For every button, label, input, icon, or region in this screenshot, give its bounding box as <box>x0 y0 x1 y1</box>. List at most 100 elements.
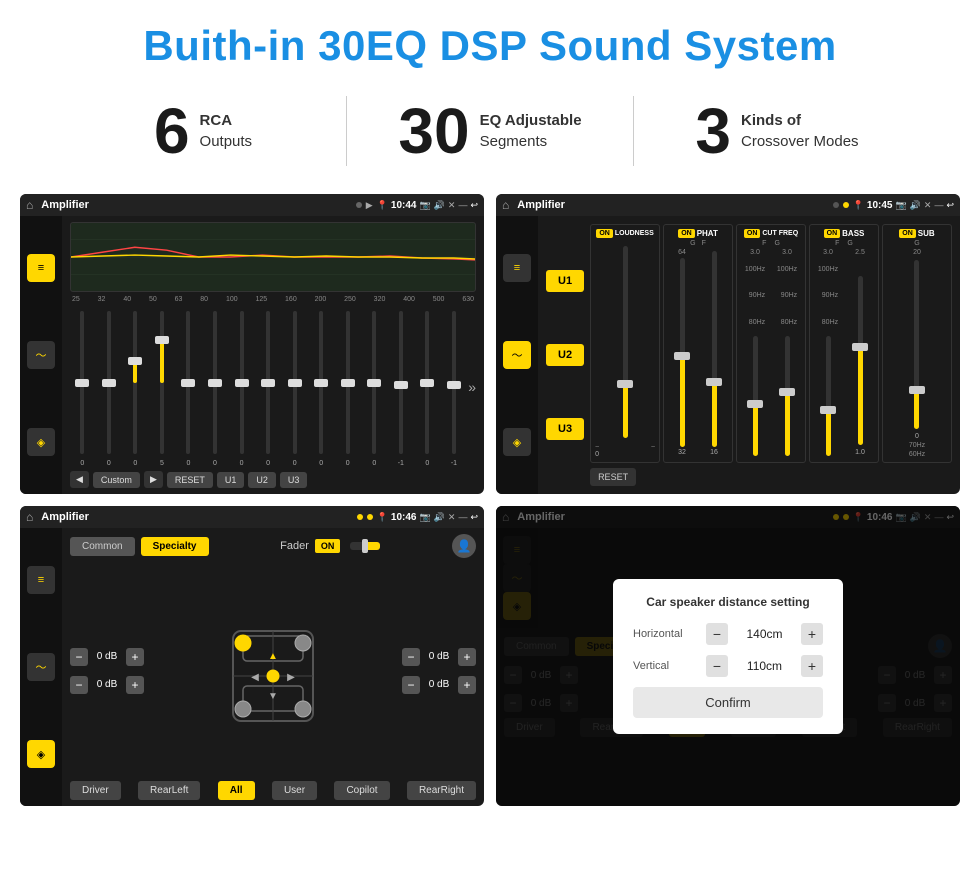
slider-2[interactable]: 0 <box>97 307 122 467</box>
avatar-icon[interactable]: 👤 <box>452 534 476 558</box>
slider-13[interactable]: -1 <box>389 307 414 467</box>
cutfreq-col: ON CUT FREQ FG 3.0 <box>736 224 806 463</box>
back-icon-2[interactable]: ↩ <box>946 200 954 211</box>
right-db-controls: − 0 dB + − 0 dB + <box>402 648 476 694</box>
pin-icon: 📍 <box>377 200 388 211</box>
all-btn[interactable]: All <box>218 781 255 800</box>
slider-3[interactable]: 0 <box>123 307 148 467</box>
minus-btn-4[interactable]: − <box>402 676 420 694</box>
on-toggle[interactable]: ON <box>315 539 341 553</box>
slider-1[interactable]: 0 <box>70 307 95 467</box>
freq-80: 80 <box>200 296 208 303</box>
db-val-2: 0 dB <box>92 679 122 690</box>
reset-button[interactable]: RESET <box>167 472 213 488</box>
slider-8[interactable]: 0 <box>256 307 281 467</box>
u3-button[interactable]: U3 <box>280 472 308 488</box>
speaker-icon-2[interactable]: ◈ <box>503 428 531 456</box>
u1-btn[interactable]: U1 <box>546 270 584 292</box>
pin-icon-3: 📍 <box>377 512 388 523</box>
slider-5[interactable]: 0 <box>176 307 201 467</box>
minus-btn-3[interactable]: − <box>402 648 420 666</box>
fader-screen-title: Amplifier <box>41 511 352 523</box>
slider-12[interactable]: 0 <box>362 307 387 467</box>
rearleft-btn[interactable]: RearLeft <box>138 781 200 800</box>
db-val-3: 0 dB <box>424 651 454 662</box>
slider-11[interactable]: 0 <box>335 307 360 467</box>
crossover-status-bar: ⌂ Amplifier 📍 10:45 📷 🔊 ✕ — ↩ <box>496 194 960 216</box>
specialty-tab[interactable]: Specialty <box>141 537 209 556</box>
u2-btn[interactable]: U2 <box>546 344 584 366</box>
more-icon[interactable]: » <box>468 379 476 395</box>
confirm-button[interactable]: Confirm <box>633 687 823 718</box>
sub-slider[interactable] <box>914 260 919 429</box>
common-tab[interactable]: Common <box>70 537 135 556</box>
eq-icon-3[interactable]: ≡ <box>27 566 55 594</box>
bass-slider-2[interactable] <box>858 276 863 445</box>
home-icon-3[interactable]: ⌂ <box>26 510 33 524</box>
x-icon-2: ✕ <box>924 200 932 211</box>
stat-line2-crossover: Crossover Modes <box>741 131 859 152</box>
plus-btn-1[interactable]: + <box>126 648 144 666</box>
slider-14[interactable]: 0 <box>415 307 440 467</box>
bass-on-badge: ON <box>824 229 841 238</box>
slider-4[interactable]: 5 <box>150 307 175 467</box>
back-icon[interactable]: ↩ <box>470 200 478 211</box>
loudness-slider[interactable] <box>595 242 655 442</box>
fader-top: Common Specialty Fader ON 👤 <box>70 534 476 558</box>
waveform-icon-2[interactable]: 〜 <box>503 341 531 369</box>
home-icon[interactable]: ⌂ <box>26 198 33 212</box>
u1-button[interactable]: U1 <box>217 472 245 488</box>
sub-on-badge: ON <box>899 229 916 238</box>
eq-screen-title: Amplifier <box>41 199 352 211</box>
crossover-screen-title: Amplifier <box>517 199 828 211</box>
speaker-icon[interactable]: ◈ <box>27 428 55 456</box>
stats-row: 6 RCA Outputs 30 EQ Adjustable Segments … <box>0 86 980 184</box>
crossover-reset-btn[interactable]: RESET <box>590 468 636 486</box>
horizontal-plus-btn[interactable]: + <box>801 623 823 645</box>
svg-text:▶: ▶ <box>287 672 295 683</box>
plus-btn-2[interactable]: + <box>126 676 144 694</box>
screens-grid: ⌂ Amplifier ▶ 📍 10:44 📷 🔊 ✕ — ↩ ≡ 〜 <box>0 184 980 816</box>
u-side: U1 U2 U3 <box>546 224 584 486</box>
minus-btn-1[interactable]: − <box>70 648 88 666</box>
sub-col: ON SUB G 20 <box>882 224 952 463</box>
phat-slider-g[interactable]: 64 32 <box>668 249 696 456</box>
waveform-icon-3[interactable]: 〜 <box>27 653 55 681</box>
u3-btn[interactable]: U3 <box>546 418 584 440</box>
slider-9[interactable]: 0 <box>282 307 307 467</box>
custom-button[interactable]: Custom <box>93 472 140 488</box>
slider-10[interactable]: 0 <box>309 307 334 467</box>
eq-status-bar: ⌂ Amplifier ▶ 📍 10:44 📷 🔊 ✕ — ↩ <box>20 194 484 216</box>
prev-button[interactable]: ◀ <box>70 471 89 488</box>
bass-slider[interactable] <box>826 336 831 456</box>
eq-icon-2[interactable]: ≡ <box>503 254 531 282</box>
cutfreq-slider[interactable] <box>753 336 758 456</box>
fader-content: − 0 dB + − 0 dB + <box>70 566 476 775</box>
speaker-icon-3[interactable]: ◈ <box>27 740 55 768</box>
back-icon-3[interactable]: ↩ <box>470 512 478 523</box>
phat-slider-f[interactable]: 16 <box>700 249 728 456</box>
plus-btn-4[interactable]: + <box>458 676 476 694</box>
minus-btn-2[interactable]: − <box>70 676 88 694</box>
user-btn[interactable]: User <box>272 781 317 800</box>
slider-7[interactable]: 0 <box>229 307 254 467</box>
minimize-icon-2: — <box>934 200 943 210</box>
equalizer-icon[interactable]: ≡ <box>27 254 55 282</box>
slider-6[interactable]: 0 <box>203 307 228 467</box>
vertical-plus-btn[interactable]: + <box>801 655 823 677</box>
copilot-btn[interactable]: Copilot <box>334 781 389 800</box>
driver-btn[interactable]: Driver <box>70 781 121 800</box>
rearright-btn[interactable]: RearRight <box>407 781 476 800</box>
cutfreq-slider-2[interactable] <box>785 336 790 456</box>
plus-btn-3[interactable]: + <box>458 648 476 666</box>
loudness-on-badge: ON <box>596 229 613 238</box>
vertical-minus-btn[interactable]: − <box>706 655 728 677</box>
u2-button[interactable]: U2 <box>248 472 276 488</box>
stat-line1-crossover: Kinds of <box>741 110 859 131</box>
horizontal-minus-btn[interactable]: − <box>706 623 728 645</box>
waveform-icon[interactable]: 〜 <box>27 341 55 369</box>
slider-15[interactable]: -1 <box>442 307 467 467</box>
play-button[interactable]: ▶ <box>144 471 163 488</box>
stat-text-eq: EQ Adjustable Segments <box>480 110 582 152</box>
home-icon-2[interactable]: ⌂ <box>502 198 509 212</box>
